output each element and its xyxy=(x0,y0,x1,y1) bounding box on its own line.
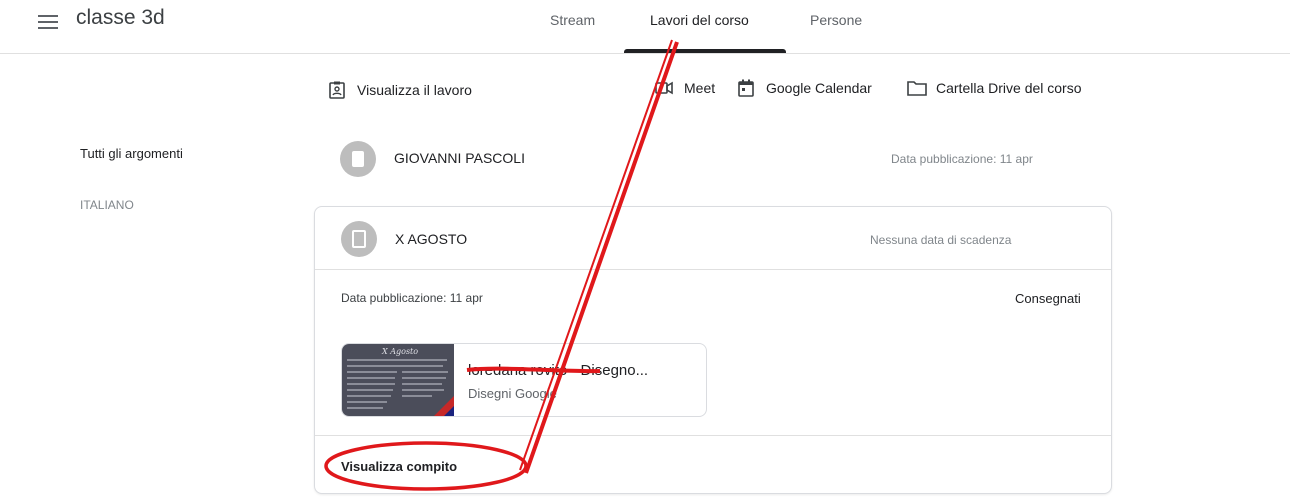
calendar-icon xyxy=(736,78,756,98)
assignment-card: X AGOSTO Nessuna data di scadenza Data p… xyxy=(314,206,1112,494)
classroom-app: classe 3d Stream Lavori del corso Person… xyxy=(0,0,1290,497)
assignment-header-row[interactable]: X AGOSTO Nessuna data di scadenza xyxy=(315,207,1111,269)
class-title: classe 3d xyxy=(76,6,165,29)
meet-button[interactable]: Meet xyxy=(654,78,715,98)
attachment-title: loredana rovito - Disegno... xyxy=(468,362,649,379)
topic-date: Data pubblicazione: 11 apr xyxy=(891,152,1033,166)
drive-folder-button[interactable]: Cartella Drive del corso xyxy=(906,78,1082,98)
divider xyxy=(315,435,1111,436)
attachment-type: Disegni Google xyxy=(468,386,557,401)
hamburger-menu-icon[interactable] xyxy=(36,12,60,32)
attachment-card[interactable]: X Agosto loredana rovito - Disegno... Di… xyxy=(341,343,707,417)
topic-title: GIOVANNI PASCOLI xyxy=(394,150,525,166)
assignment-ind-icon xyxy=(327,80,347,100)
material-icon xyxy=(340,141,376,177)
divider xyxy=(315,269,1111,270)
assignment-title: X AGOSTO xyxy=(395,231,468,247)
thumbnail-title: X Agosto xyxy=(382,347,419,356)
tab-classwork[interactable]: Lavori del corso xyxy=(650,12,749,28)
tab-stream[interactable]: Stream xyxy=(550,12,595,28)
view-work-button[interactable]: Visualizza il lavoro xyxy=(327,80,472,100)
drive-folder-label: Cartella Drive del corso xyxy=(936,80,1082,96)
sidebar-item-all-topics[interactable]: Tutti gli argomenti xyxy=(80,146,183,161)
assignment-icon xyxy=(341,221,377,257)
calendar-label: Google Calendar xyxy=(766,80,872,96)
active-tab-indicator xyxy=(624,49,786,53)
view-work-label: Visualizza il lavoro xyxy=(357,82,472,98)
sidebar-item-italiano[interactable]: ITALIANO xyxy=(80,198,134,212)
posted-date: Data pubblicazione: 11 apr xyxy=(341,291,483,305)
topic-row-material[interactable]: GIOVANNI PASCOLI Data pubblicazione: 11 … xyxy=(314,136,1112,182)
top-bar: classe 3d Stream Lavori del corso Person… xyxy=(0,0,1290,54)
drawing-thumbnail: X Agosto xyxy=(342,344,454,416)
meet-label: Meet xyxy=(684,80,716,96)
turned-in-link[interactable]: Consegnati xyxy=(1015,291,1081,306)
view-assignment-link[interactable]: Visualizza compito xyxy=(341,459,457,474)
tab-people[interactable]: Persone xyxy=(810,12,862,28)
assignment-due: Nessuna data di scadenza xyxy=(870,233,1012,247)
folder-icon xyxy=(906,78,927,98)
video-camera-icon xyxy=(654,78,674,98)
google-calendar-button[interactable]: Google Calendar xyxy=(736,78,872,98)
